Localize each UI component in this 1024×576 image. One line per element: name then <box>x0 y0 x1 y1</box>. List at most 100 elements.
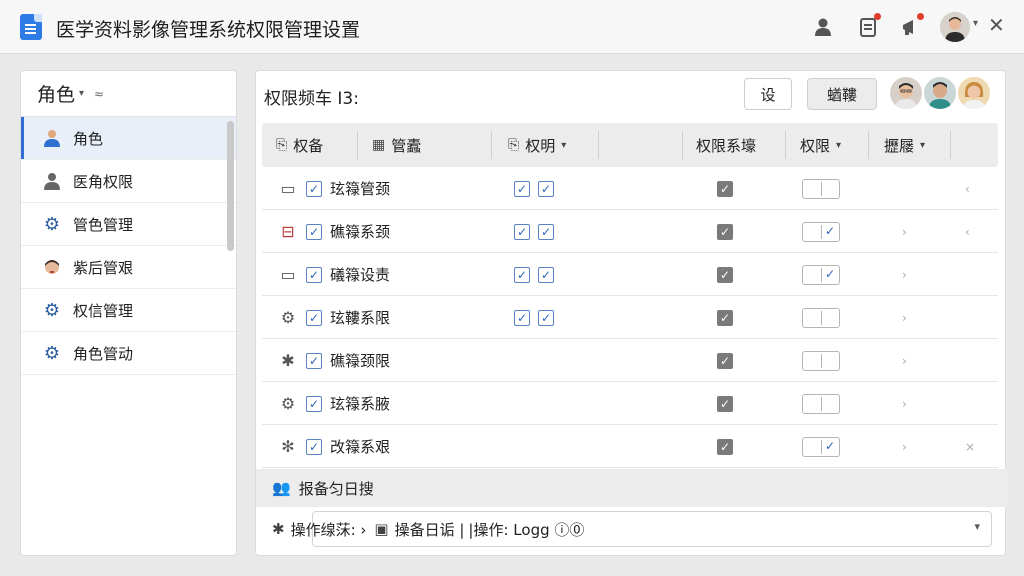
permission-checkbox[interactable]: ✓ <box>538 309 554 326</box>
confirm-button[interactable]: 蝤鞻 <box>807 78 877 110</box>
pill-icon: ⊟ <box>281 222 295 241</box>
notification-badge <box>874 13 881 20</box>
sidebar-title: 角色 <box>37 84 76 106</box>
system-checkbox[interactable]: ✓ <box>717 180 733 197</box>
table-row[interactable]: ⚙ ✓ 玹鞻系限 ✓ ✓ ✓ › <box>262 296 998 339</box>
permission-toggle[interactable]: ✓ <box>802 222 840 242</box>
row-checkbox[interactable]: ✓ <box>306 438 322 455</box>
sidebar-item-color-management[interactable]: ⚙ 管色管理 <box>21 203 236 246</box>
sidebar-item-label: 管色管理 <box>73 215 134 234</box>
check-icon: ✓ <box>824 439 835 453</box>
permission-toggle[interactable]: ✓ <box>802 265 840 285</box>
row-mark[interactable]: › <box>902 339 907 382</box>
log-section-header: 👥 报备匀日搜 <box>256 469 1007 507</box>
permission-checkbox[interactable]: ✓ <box>514 266 530 283</box>
chevron-down-icon[interactable]: ▾ <box>561 140 566 151</box>
row-checkbox[interactable]: ✓ <box>306 180 322 197</box>
sidebar-item-info-management[interactable]: ⚙ 权信管理 <box>21 289 236 332</box>
column-header[interactable]: 攊屦 ▾ <box>884 123 925 167</box>
row-mark[interactable]: ‹ <box>965 210 970 253</box>
permission-toggle[interactable] <box>802 179 840 199</box>
sidebar-item-role-actions[interactable]: ⚙ 角色管动 <box>21 332 236 375</box>
row-mark[interactable]: ‹ <box>965 167 970 210</box>
person-face-icon <box>41 256 63 278</box>
avatar[interactable] <box>940 12 970 42</box>
row-mark[interactable]: › <box>902 382 907 425</box>
sidebar-item-roles[interactable]: 角色 <box>21 117 236 160</box>
row-mark[interactable]: › <box>902 210 907 253</box>
row-mark[interactable]: › <box>902 296 907 339</box>
users-icon: 👥 <box>272 479 291 497</box>
calendar-icon: ▣ <box>374 520 389 538</box>
column-header[interactable]: ▦ 管蠹 <box>372 123 421 167</box>
system-checkbox[interactable]: ✓ <box>717 309 733 326</box>
row-mark[interactable]: × <box>965 425 975 468</box>
column-header[interactable]: 权限系壕 <box>696 123 756 167</box>
row-label: 玹簶管颈 <box>330 180 391 198</box>
sidebar-scrollbar[interactable] <box>227 121 234 251</box>
chevron-down-icon[interactable]: ▾ <box>920 140 925 151</box>
permissions-panel: 权限频车 I3: 设 蝤鞻 ⎘ 权备 ▦ 管蠹 ⎘ 权明 ▾ 权限系壕 权限 ▾… <box>255 70 1007 556</box>
system-checkbox[interactable]: ✓ <box>717 395 733 412</box>
permission-checkbox[interactable]: ✓ <box>538 223 554 240</box>
chevron-down-icon[interactable]: ▾ <box>974 520 980 533</box>
permission-checkbox[interactable]: ✓ <box>514 180 530 197</box>
system-checkbox[interactable]: ✓ <box>717 438 733 455</box>
log-filter-bar[interactable]: ✱ 操作缐莯: › ▣ 操备日诟 | |操作: Logg ⓘ⓪ ▾ <box>272 511 992 547</box>
chevron-down-icon[interactable]: ▾ <box>973 18 978 29</box>
table-row[interactable]: ⊟ ✓ 礁簶系颈 ✓ ✓ ✓ ✓ › ‹ <box>262 210 998 253</box>
close-icon[interactable]: ✕ <box>988 13 1005 37</box>
system-checkbox[interactable]: ✓ <box>717 266 733 283</box>
sidebar-item-staff-management[interactable]: 紫后管艰 <box>21 246 236 289</box>
permission-toggle[interactable] <box>802 351 840 371</box>
row-mark[interactable]: › <box>902 253 907 296</box>
sidebar-header[interactable]: 角色 ▾ ≈ <box>21 71 236 117</box>
sidebar-item-label: 角色 <box>73 129 104 148</box>
gear-icon: ⚙ <box>43 213 61 235</box>
row-checkbox[interactable]: ✓ <box>306 223 322 240</box>
sidebar-item-label: 角色管动 <box>73 344 134 363</box>
permission-toggle[interactable] <box>802 394 840 414</box>
gear-icon: ⚙ <box>280 394 296 413</box>
permission-toggle[interactable] <box>802 308 840 328</box>
row-mark[interactable]: › <box>902 425 907 468</box>
folder-icon: ⎘ <box>276 137 288 153</box>
sparkle-gear-icon: ✻ <box>281 437 295 456</box>
column-header[interactable]: ⎘ 权备 <box>276 123 323 167</box>
avatar[interactable] <box>956 75 992 111</box>
permission-toggle[interactable]: ✓ <box>802 437 840 457</box>
row-label: 玹鞻系限 <box>330 309 391 327</box>
grid-icon: ▦ <box>372 137 386 153</box>
row-checkbox[interactable]: ✓ <box>306 266 322 283</box>
sidebar-item-medical-permissions[interactable]: 医角权限 <box>21 160 236 203</box>
row-checkbox[interactable]: ✓ <box>306 352 322 369</box>
check-icon: ✓ <box>824 224 835 238</box>
user-icon[interactable] <box>810 14 836 40</box>
table-row[interactable]: ✻ ✓ 改簶系艰 ✓ ✓ › × <box>262 425 998 468</box>
column-header[interactable]: 权限 ▾ <box>800 123 841 167</box>
chevron-down-icon[interactable]: ▾ <box>79 88 84 99</box>
table-row[interactable]: ▭ ✓ 礒簶设责 ✓ ✓ ✓ ✓ › <box>262 253 998 296</box>
column-header[interactable]: ⎘ 权明 ▾ <box>508 123 566 167</box>
gear-icon: ⚙ <box>280 308 296 327</box>
avatar[interactable] <box>922 75 958 111</box>
permission-checkbox[interactable]: ✓ <box>514 309 530 326</box>
row-checkbox[interactable]: ✓ <box>306 309 322 326</box>
table-row[interactable]: ✱ ✓ 礁簶颈限 ✓ › <box>262 339 998 382</box>
system-checkbox[interactable]: ✓ <box>717 223 733 240</box>
permission-checkbox[interactable]: ✓ <box>538 266 554 283</box>
gear-icon: ⚙ <box>43 299 61 321</box>
set-button[interactable]: 设 <box>744 78 792 110</box>
chevron-down-icon[interactable]: ▾ <box>836 140 841 151</box>
avatar[interactable] <box>888 75 924 111</box>
table-row[interactable]: ⚙ ✓ 玹簶系腋 ✓ › <box>262 382 998 425</box>
permissions-table: ⎘ 权备 ▦ 管蠹 ⎘ 权明 ▾ 权限系壕 权限 ▾ 攊屦 ▾ ▭ ✓ 玹簶管颈… <box>262 123 998 468</box>
permission-checkbox[interactable]: ✓ <box>514 223 530 240</box>
gear-icon: ⚙ <box>43 342 61 364</box>
report-icon[interactable] <box>855 13 881 40</box>
table-row[interactable]: ▭ ✓ 玹簶管颈 ✓ ✓ ✓ ‹ <box>262 167 998 210</box>
permission-checkbox[interactable]: ✓ <box>538 180 554 197</box>
system-checkbox[interactable]: ✓ <box>717 352 733 369</box>
row-checkbox[interactable]: ✓ <box>306 395 322 412</box>
megaphone-icon[interactable] <box>898 13 924 40</box>
